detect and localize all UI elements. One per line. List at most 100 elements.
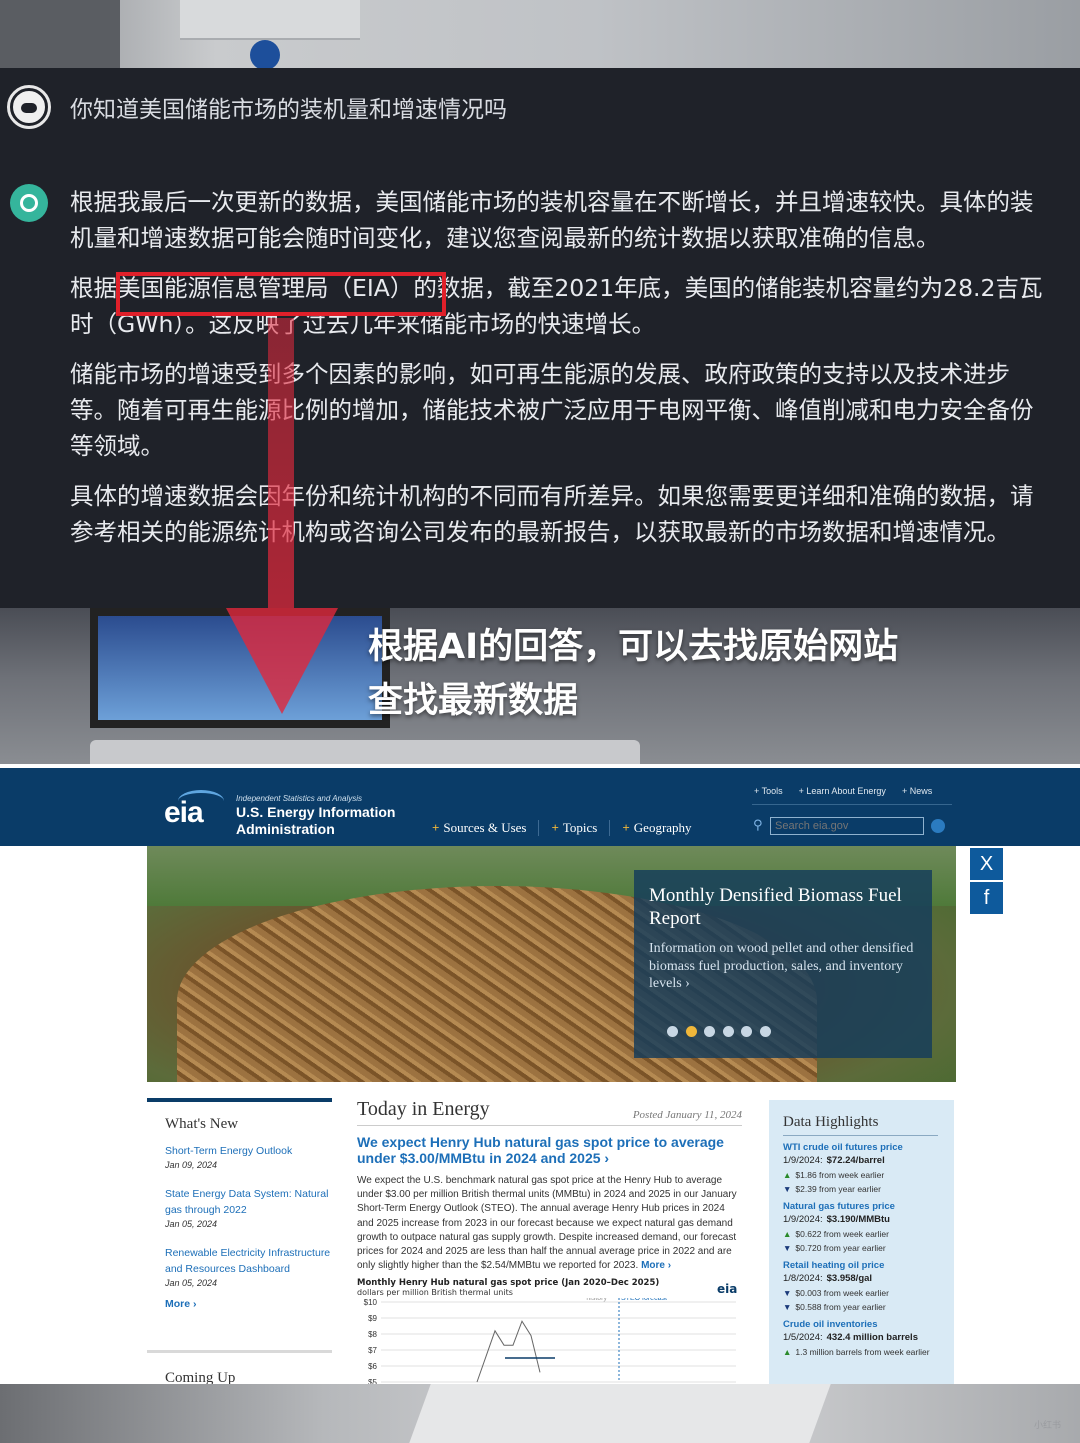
overlay-caption: 根据AI的回答，可以去找原始网站 查找最新数据 <box>368 620 898 728</box>
background-photo-top <box>0 0 1080 68</box>
hero-caption-panel[interactable]: Monthly Densified Biomass Fuel Report In… <box>634 870 932 1058</box>
answer-paragraph: 根据我最后一次更新的数据，美国储能市场的装机容量在不断增长，并且增速较快。具体的… <box>70 188 1034 252</box>
list-item: State Energy Data System: Natural gas th… <box>165 1186 332 1229</box>
caption-line: 查找最新数据 <box>368 681 579 721</box>
photo-paper <box>409 1384 831 1443</box>
photo-object <box>180 0 360 40</box>
nav-geography[interactable]: + Geography <box>622 820 703 836</box>
data-highlight-link[interactable]: Retail heating oil price <box>783 1260 954 1271</box>
coming-up-title: Coming Up <box>165 1370 236 1384</box>
top-nav-learn[interactable]: + Learn About Energy <box>799 786 886 796</box>
eia-logo[interactable]: eia <box>164 796 204 830</box>
carousel-dot[interactable] <box>704 1026 715 1037</box>
chart-title: Monthly Henry Hub natural gas spot price… <box>357 1278 660 1288</box>
whats-new-title: What's New <box>165 1116 239 1132</box>
list-item: Short-Term Energy Outlook Jan 09, 2024 <box>165 1143 332 1170</box>
arrow-up-icon: ▲ <box>783 1347 792 1357</box>
data-highlight-change: ▼ $0.720 from year earlier <box>783 1243 886 1253</box>
list-item: Retail heating oil price 1/8/2024: $3.958/… <box>783 1260 954 1312</box>
divider <box>752 804 952 805</box>
site-header: eia Independent Statistics and Analysis … <box>0 764 1080 846</box>
whats-new-link[interactable]: Renewable Electricity Infrastructure and… <box>165 1245 332 1277</box>
divider <box>147 1350 332 1353</box>
top-nav-tools[interactable]: + Tools <box>754 786 783 796</box>
chart-y-tick-label: $10 <box>364 1298 378 1307</box>
data-highlight-change: ▲ $1.86 from week earlier <box>783 1170 885 1180</box>
data-highlight-value: 1/8/2024: $3.958/gal <box>783 1273 873 1284</box>
facebook-share-icon[interactable]: f <box>970 882 1003 914</box>
top-nav-news[interactable]: + News <box>902 786 932 796</box>
whats-new-link[interactable]: State Energy Data System: Natural gas th… <box>165 1186 332 1218</box>
arrow-down-icon: ▼ <box>783 1243 792 1253</box>
data-highlight-change: ▼ $0.003 from week earlier <box>783 1288 889 1298</box>
arrow-down-icon: ▼ <box>783 1184 792 1194</box>
carousel-dot[interactable] <box>667 1026 678 1037</box>
data-highlights-title: Data Highlights <box>783 1114 938 1136</box>
arrow-up-icon: ▲ <box>783 1229 792 1239</box>
data-highlight-change: ▲ 1.3 million barrels from week earlier <box>783 1347 930 1357</box>
search-go-button[interactable] <box>931 819 945 833</box>
background-photo-bottom <box>0 1384 1080 1443</box>
today-body-text: We expect the U.S. benchmark natural gas… <box>357 1175 737 1272</box>
data-highlight-link[interactable]: WTI crude oil futures price <box>783 1142 954 1153</box>
chart-y-tick-label: $7 <box>368 1346 377 1355</box>
x-share-icon[interactable]: X <box>970 848 1003 880</box>
list-item: Crude oil inventories 1/5/2024: 432.4 mill… <box>783 1319 954 1357</box>
nav-topics[interactable]: + Topics <box>551 820 611 836</box>
answer-paragraph: 具体的增速数据会因年份和统计机构的不同而有所差异。如果您需要更详细和准确的数据，… <box>70 482 1034 546</box>
nav-label: Geography <box>633 820 692 835</box>
data-highlight-value: 1/9/2024: $72.24/barrel <box>783 1155 885 1166</box>
photo-object <box>0 0 120 68</box>
chart-plot: $10$9$8$7$6$5history STEO forecast <box>364 1298 736 1384</box>
data-highlight-link[interactable]: Natural gas futures price <box>783 1201 954 1212</box>
data-highlight-value: 1/9/2024: $3.190/MMBtu <box>783 1214 890 1225</box>
today-posted-date: Posted January 11, 2024 <box>632 1109 742 1121</box>
today-more-link[interactable]: More › <box>641 1260 671 1271</box>
hero-description[interactable]: Information on wood pellet and other den… <box>649 940 919 993</box>
data-highlights-list: WTI crude oil futures price 1/9/2024: $72.… <box>783 1142 954 1357</box>
site-tagline: Independent Statistics and Analysis <box>236 794 363 803</box>
arrow-up-icon: ▲ <box>783 1170 792 1180</box>
photo-object <box>250 40 280 68</box>
caption-line: 根据AI的回答，可以去找原始网站 <box>368 627 899 667</box>
carousel-dot-active[interactable] <box>685 1026 697 1037</box>
data-highlight-link[interactable]: Crude oil inventories <box>783 1319 954 1330</box>
carousel-dot[interactable] <box>741 1026 752 1037</box>
eia-chart-logo: eia <box>717 1282 738 1296</box>
whats-new-date: Jan 05, 2024 <box>165 1219 218 1229</box>
eia-website: eia Independent Statistics and Analysis … <box>0 764 1080 1384</box>
today-header: Today in Energy Posted January 11, 2024 <box>357 1098 742 1126</box>
today-title: Today in Energy <box>357 1098 490 1120</box>
hero-carousel[interactable]: Monthly Densified Biomass Fuel Report In… <box>147 846 956 1082</box>
chart-legend-forecast: STEO forecast <box>621 1298 667 1302</box>
bot-avatar-icon <box>10 184 48 222</box>
user-question: 你知道美国储能市场的装机量和增速情况吗 <box>70 97 507 123</box>
whats-new-link[interactable]: Short-Term Energy Outlook <box>165 1143 332 1159</box>
site-name-line: U.S. Energy Information <box>236 804 396 820</box>
nav-label: Topics <box>562 820 598 835</box>
whats-new-section: What's New Short-Term Energy Outlook Jan… <box>147 1098 332 1310</box>
site-name-line: Administration <box>236 821 335 837</box>
today-in-energy: Today in Energy Posted January 11, 2024 … <box>357 1098 742 1273</box>
carousel-dot[interactable] <box>759 1026 771 1037</box>
photo-keyboard <box>90 740 640 764</box>
chart-y-tick-label: $6 <box>368 1362 377 1371</box>
nav-sources-uses[interactable]: + Sources & Uses <box>432 820 540 836</box>
chat-panel: 你知道美国储能市场的装机量和增速情况吗 根据我最后一次更新的数据，美国储能市场的… <box>0 68 1080 628</box>
hero-title[interactable]: Monthly Densified Biomass Fuel Report <box>649 884 919 930</box>
today-headline-link[interactable]: We expect Henry Hub natural gas spot pri… <box>357 1134 742 1166</box>
annotation-arrow-head-icon <box>226 608 338 714</box>
henry-hub-chart: Monthly Henry Hub natural gas spot price… <box>357 1278 742 1384</box>
bot-answer: 根据我最后一次更新的数据，美国储能市场的装机容量在不断增长，并且增速较快。具体的… <box>70 184 1045 564</box>
chart-legend-history: history <box>586 1298 607 1302</box>
background-photo-middle: 根据AI的回答，可以去找原始网站 查找最新数据 <box>0 608 1080 764</box>
site-name[interactable]: U.S. Energy Information Administration <box>236 804 395 838</box>
whats-new-more-link[interactable]: More › <box>165 1298 332 1310</box>
carousel-dot[interactable] <box>722 1026 734 1037</box>
main-nav: + Sources & Uses + Topics + Geography <box>432 820 716 836</box>
whats-new-date: Jan 09, 2024 <box>165 1160 218 1170</box>
search-input[interactable] <box>770 817 924 835</box>
data-highlight-change: ▼ $2.39 from year earlier <box>783 1184 881 1194</box>
chart-y-tick-label: $8 <box>368 1330 377 1339</box>
top-nav: + Tools + Learn About Energy + News <box>754 786 948 796</box>
